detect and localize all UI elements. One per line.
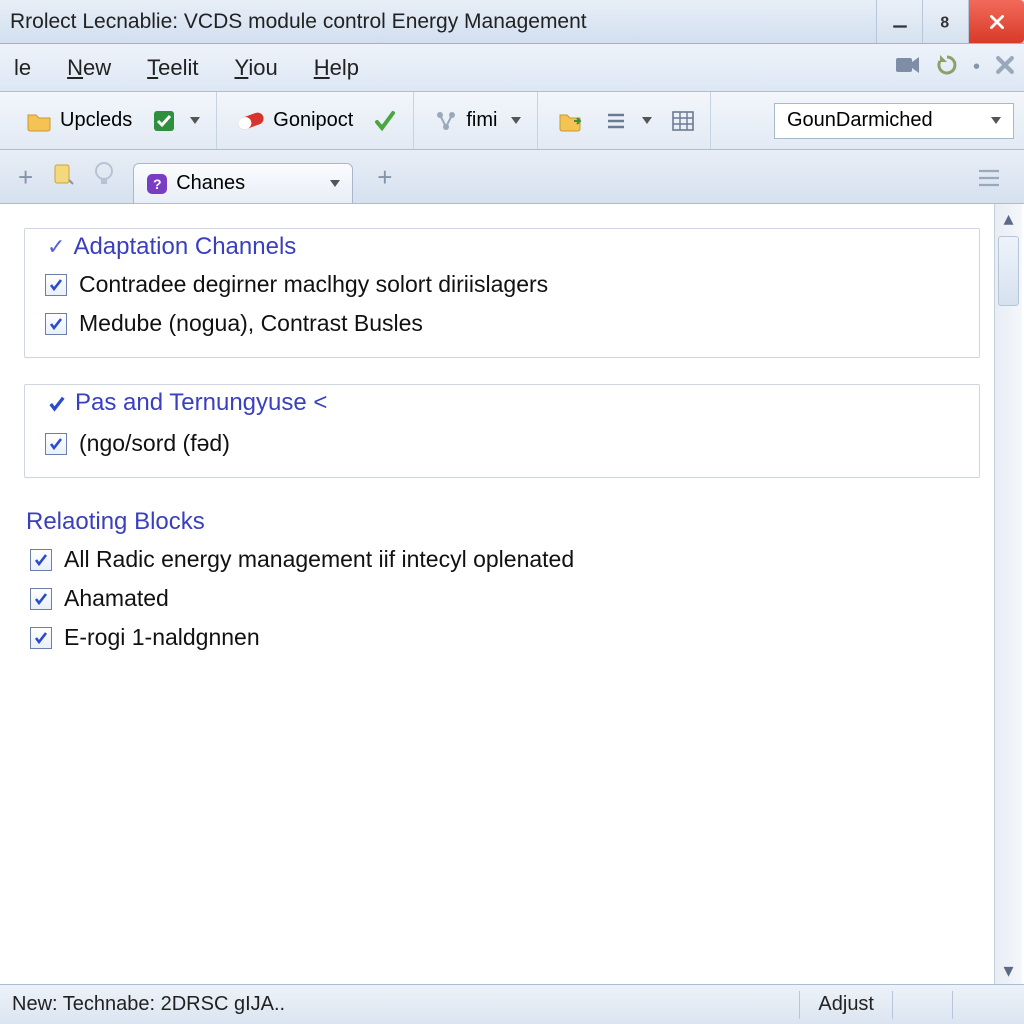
item-label: All Radic energy management iif intecyl … — [64, 546, 574, 573]
list-icon — [604, 111, 628, 131]
list-item[interactable]: (ngo/sord (fəd) — [41, 424, 963, 463]
tab-bar: + ? Chanes + — [0, 150, 1024, 204]
status-adjust[interactable]: Adjust — [799, 991, 892, 1019]
item-label: Medube (nogua), Contrast Busles — [79, 310, 423, 337]
grid-icon — [672, 111, 694, 131]
plugin-icon[interactable] — [895, 54, 921, 82]
gonipoct-label: Gonipoct — [273, 109, 353, 132]
svg-text:8: 8 — [940, 14, 949, 30]
group-pas-ternungyuse: Pas and Ternungyuse < (ngo/sord (fəd) — [24, 384, 980, 478]
scroll-down-icon[interactable]: ▾ — [995, 956, 1022, 984]
window-title: Rrolect Lecnablie: VCDS module control E… — [10, 10, 876, 34]
export-button[interactable] — [552, 106, 590, 136]
checkbox[interactable] — [45, 433, 67, 455]
profile-dropdown-value: GounDarmiched — [787, 109, 933, 132]
vertical-scrollbar[interactable]: ▴ ▾ — [994, 204, 1022, 984]
tab-label: Chanes — [176, 172, 245, 195]
tabbar-menu-icon[interactable] — [978, 169, 1016, 203]
add-tab-left-icon[interactable]: + — [18, 162, 33, 193]
list-item[interactable]: All Radic energy management iif intecyl … — [26, 540, 964, 579]
tab-chanes[interactable]: ? Chanes — [133, 163, 353, 203]
menu-teelit[interactable]: Teelit — [141, 51, 204, 85]
status-cell-empty-1 — [892, 991, 952, 1019]
status-cell-empty-2 — [952, 991, 1012, 1019]
close-gray-icon[interactable] — [994, 54, 1016, 82]
list-item[interactable]: Contradee degirner maclhgy solort diriis… — [41, 265, 963, 304]
list-item[interactable]: Ahamated — [26, 579, 964, 618]
content-area: ✓ Adaptation Channels Contradee degirner… — [0, 204, 1024, 984]
list-item[interactable]: Medube (nogua), Contrast Busles — [41, 304, 963, 343]
checkbox[interactable] — [30, 549, 52, 571]
title-bar: Rrolect Lecnablie: VCDS module control E… — [0, 0, 1024, 44]
note-icon[interactable] — [51, 162, 75, 192]
dot-icon: • — [973, 56, 980, 79]
item-label: (ngo/sord (fəd) — [79, 430, 230, 457]
checkbox[interactable] — [45, 313, 67, 335]
shield-dropdown[interactable] — [146, 105, 206, 137]
group-title: Pas and Ternungyuse < — [75, 389, 327, 417]
group-relaoting-blocks: Relaoting Blocks All Radic energy manage… — [24, 504, 980, 671]
profile-dropdown[interactable]: GounDarmiched — [774, 103, 1014, 139]
green-check-button[interactable] — [367, 105, 403, 137]
folder-arrow-icon — [558, 110, 584, 132]
upcleds-label: Upcleds — [60, 109, 132, 132]
svg-text:?: ? — [153, 176, 162, 192]
bulb-icon[interactable] — [93, 161, 115, 193]
item-label: E-rogi 1-naldgnnen — [64, 624, 260, 651]
checkbox[interactable] — [30, 627, 52, 649]
grid-button[interactable] — [666, 107, 700, 135]
status-left: New: Technabe: 2DRSC gIJA.. — [12, 993, 799, 1016]
menu-new[interactable]: New — [61, 51, 117, 85]
group-legend: Relaoting Blocks — [26, 508, 211, 536]
refresh-icon[interactable] — [935, 53, 959, 83]
fimi-label: fimi — [466, 109, 497, 132]
status-bar: New: Technabe: 2DRSC gIJA.. Adjust — [0, 984, 1024, 1024]
question-badge-icon: ? — [146, 173, 168, 195]
scroll-thumb[interactable] — [998, 236, 1019, 306]
nodes-icon — [434, 109, 458, 133]
gonipoct-button[interactable]: Gonipoct — [231, 105, 359, 136]
menu-right-icons: • — [895, 53, 1016, 83]
menu-help[interactable]: Help — [308, 51, 365, 85]
check-icon — [373, 109, 397, 133]
menu-le[interactable]: le — [8, 51, 37, 85]
scroll-up-icon[interactable]: ▴ — [995, 204, 1022, 232]
new-tab-button[interactable]: + — [361, 162, 408, 203]
check-mark-icon: ✓ — [47, 234, 65, 260]
maximize-button[interactable]: 8 — [922, 0, 968, 43]
list-button[interactable] — [598, 107, 658, 135]
scroll-track[interactable] — [995, 232, 1022, 956]
checkbox[interactable] — [47, 393, 67, 413]
shield-check-icon — [152, 109, 176, 133]
upcleds-button[interactable]: Upcleds — [20, 105, 138, 136]
item-label: Ahamated — [64, 585, 169, 612]
checkbox[interactable] — [45, 274, 67, 296]
close-button[interactable] — [968, 0, 1024, 43]
group-title: Relaoting Blocks — [26, 508, 205, 536]
group-legend: ✓ Adaptation Channels — [41, 233, 302, 261]
folder-icon — [26, 110, 52, 132]
checkbox[interactable] — [30, 588, 52, 610]
tab-caret-icon[interactable] — [330, 180, 340, 187]
fimi-button[interactable]: fimi — [428, 105, 527, 137]
window-controls: 8 — [876, 0, 1024, 43]
item-label: Contradee degirner maclhgy solort diriis… — [79, 271, 548, 298]
toolbar: Upcleds Gonipoct fimi GounDar — [0, 92, 1024, 150]
pill-icon — [237, 111, 265, 131]
minimize-button[interactable] — [876, 0, 922, 43]
group-adaptation-channels: ✓ Adaptation Channels Contradee degirner… — [24, 228, 980, 358]
menu-bar: le New Teelit Yiou Help • — [0, 44, 1024, 92]
group-legend: Pas and Ternungyuse < — [41, 389, 333, 417]
group-title: Adaptation Channels — [73, 233, 296, 261]
menu-yiou[interactable]: Yiou — [229, 51, 284, 85]
list-item[interactable]: E-rogi 1-naldgnnen — [26, 618, 964, 657]
